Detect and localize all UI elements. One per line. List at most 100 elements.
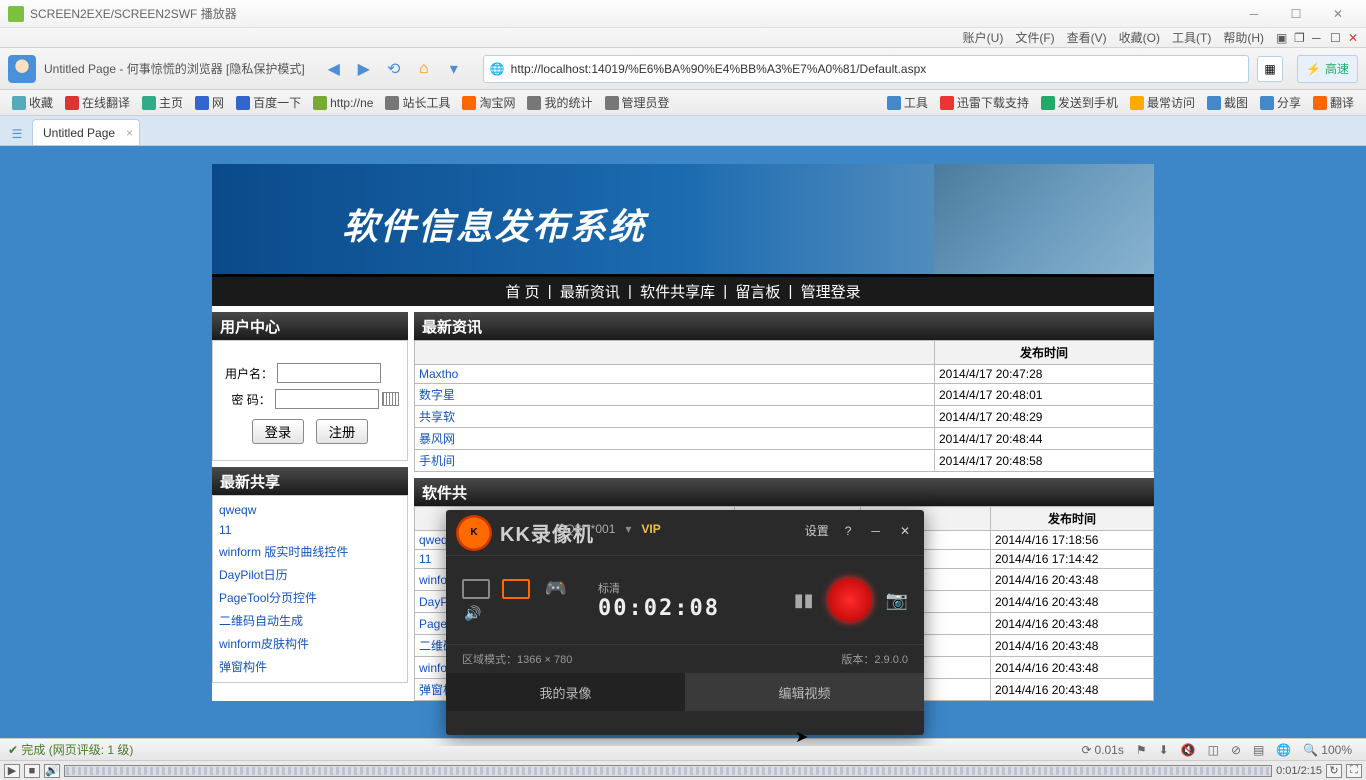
login-button[interactable]: 登录: [252, 419, 305, 444]
tab-list-button[interactable]: ☰: [6, 123, 28, 145]
nav-admin[interactable]: 管理登录: [797, 281, 865, 302]
browser-max-button[interactable]: ☐: [1324, 31, 1342, 45]
tab-untitled[interactable]: Untitled Page ×: [32, 119, 140, 145]
nav-news[interactable]: 最新资讯: [556, 281, 624, 302]
kk-recorder-window[interactable]: K KK录像机 QQ8***001 ▾ VIP 设置 ? ─ ✕ 🎮 🔊: [446, 510, 924, 735]
grid-icon[interactable]: ▦: [1257, 56, 1283, 82]
bookmark-item[interactable]: 在线翻译: [59, 94, 136, 111]
share-link[interactable]: winform 版实时曲线控件: [219, 540, 401, 563]
nav-guestbook[interactable]: 留言板: [731, 281, 784, 302]
recorder-account[interactable]: QQ8***001: [556, 522, 615, 536]
volume-button[interactable]: 🔊: [44, 764, 60, 778]
status-book-icon[interactable]: ▤: [1247, 743, 1270, 757]
username-input[interactable]: [277, 363, 381, 383]
bookmark-item[interactable]: 翻译: [1307, 94, 1360, 111]
bookmark-item[interactable]: 网: [189, 94, 230, 111]
bookmark-item[interactable]: 分享: [1254, 94, 1307, 111]
minimize-button[interactable]: ─: [1234, 3, 1274, 25]
address-bar[interactable]: 🌐 http://localhost:14019/%E6%BA%90%E4%BB…: [483, 55, 1249, 83]
progress-bar[interactable]: [64, 765, 1272, 777]
bookmark-item[interactable]: 站长工具: [379, 94, 456, 111]
menu-help[interactable]: 帮助(H): [1217, 29, 1270, 46]
stop-button-player[interactable]: ■: [24, 764, 40, 778]
bookmark-item[interactable]: 迅雷下载支持: [934, 94, 1035, 111]
bookmark-item[interactable]: 主页: [136, 94, 189, 111]
bookmark-item[interactable]: 发送到手机: [1035, 94, 1124, 111]
browser-min-button[interactable]: ─: [1306, 31, 1324, 45]
bookmark-item[interactable]: 我的统计: [521, 94, 598, 111]
menu-skin-icon[interactable]: ▣: [1270, 31, 1288, 45]
dropdown-icon[interactable]: ▾: [625, 522, 631, 536]
tab-close-icon[interactable]: ×: [126, 126, 133, 140]
news-link[interactable]: 数字星: [419, 388, 455, 402]
status-globe-icon[interactable]: 🌐: [1270, 743, 1297, 757]
nav-home[interactable]: 首 页: [501, 281, 543, 302]
menu-view[interactable]: 查看(V): [1061, 29, 1113, 46]
register-button[interactable]: 注册: [316, 419, 369, 444]
share-link[interactable]: PageTool分页控件: [219, 586, 401, 609]
status-flag-icon[interactable]: ⚑: [1130, 743, 1153, 757]
status-done: 完成 (网页评级: 1 级): [21, 741, 133, 758]
record-button[interactable]: [828, 578, 872, 622]
news-link[interactable]: 共享软: [419, 410, 455, 424]
menu-account[interactable]: 账户(U): [957, 29, 1010, 46]
soft-link[interactable]: 11: [419, 552, 431, 566]
pause-button[interactable]: ▮▮: [794, 590, 814, 611]
edit-video-tab[interactable]: 编辑视频: [685, 673, 924, 711]
back-button[interactable]: ◀: [321, 56, 347, 82]
menu-restore-icon[interactable]: ❐: [1288, 31, 1306, 45]
menu-file[interactable]: 文件(F): [1009, 29, 1060, 46]
bookmark-item[interactable]: 截图: [1201, 94, 1254, 111]
home-button[interactable]: ⌂: [411, 56, 437, 82]
menu-favorites[interactable]: 收藏(O): [1113, 29, 1166, 46]
nav-software[interactable]: 软件共享库: [636, 281, 719, 302]
status-mute-icon[interactable]: 🔇: [1175, 743, 1202, 757]
share-link[interactable]: qweqw: [219, 500, 401, 520]
stop-button[interactable]: ⟲: [381, 56, 407, 82]
fullscreen-button[interactable]: ⛶: [1346, 764, 1362, 778]
repeat-button[interactable]: ↻: [1326, 764, 1342, 778]
speaker-icon[interactable]: 🔊: [462, 605, 570, 622]
recorder-close-button[interactable]: ✕: [896, 524, 914, 538]
speed-mode-button[interactable]: ⚡ 高速: [1297, 55, 1358, 83]
recorder-minimize-button[interactable]: ─: [867, 524, 884, 538]
news-link[interactable]: Maxtho: [419, 367, 458, 381]
recorder-settings[interactable]: 设置: [805, 522, 829, 539]
fullscreen-mode-icon[interactable]: [462, 579, 490, 599]
share-link[interactable]: 弹窗构件: [219, 655, 401, 678]
bookmark-item[interactable]: 百度一下: [230, 94, 307, 111]
share-link[interactable]: DayPilot日历: [219, 563, 401, 586]
share-link[interactable]: winform皮肤构件: [219, 632, 401, 655]
virtual-keyboard-icon[interactable]: [382, 392, 399, 406]
bookmark-item[interactable]: 最常访问: [1124, 94, 1201, 111]
password-input[interactable]: [275, 389, 379, 409]
share-link[interactable]: 二维码自动生成: [219, 609, 401, 632]
refresh-button[interactable]: ▾: [441, 56, 467, 82]
share-list: qweqw11winform 版实时曲线控件DayPilot日历PageTool…: [212, 495, 408, 683]
share-link[interactable]: 11: [219, 520, 401, 540]
region-mode-icon[interactable]: [502, 579, 530, 599]
status-split-icon[interactable]: ◫: [1202, 743, 1225, 757]
user-avatar[interactable]: [8, 55, 36, 83]
maximize-button[interactable]: ☐: [1276, 3, 1316, 25]
bookmark-item[interactable]: http://ne: [307, 94, 379, 111]
bookmark-item[interactable]: 收藏: [6, 94, 59, 111]
news-link[interactable]: 暴风网: [419, 432, 455, 446]
news-link[interactable]: 手机间: [419, 454, 455, 468]
menu-tools[interactable]: 工具(T): [1166, 29, 1217, 46]
bookmark-label: 工具: [904, 94, 928, 111]
screenshot-button[interactable]: 📷: [886, 590, 908, 611]
bookmark-item[interactable]: 工具: [881, 94, 934, 111]
status-ad-icon[interactable]: ⊘: [1225, 743, 1247, 757]
my-recordings-tab[interactable]: 我的录像: [446, 673, 685, 711]
recorder-help-icon[interactable]: ?: [841, 524, 856, 538]
close-button[interactable]: ✕: [1318, 3, 1358, 25]
status-download-icon[interactable]: ⬇: [1153, 743, 1175, 757]
browser-close-button[interactable]: ✕: [1342, 31, 1360, 45]
forward-button[interactable]: ▶: [351, 56, 377, 82]
gamepad-mode-icon[interactable]: 🎮: [542, 579, 570, 599]
bookmark-item[interactable]: 管理员登: [599, 94, 676, 111]
zoom-level[interactable]: 🔍 100%: [1297, 743, 1358, 757]
play-button[interactable]: ▶: [4, 764, 20, 778]
bookmark-item[interactable]: 淘宝网: [456, 94, 521, 111]
